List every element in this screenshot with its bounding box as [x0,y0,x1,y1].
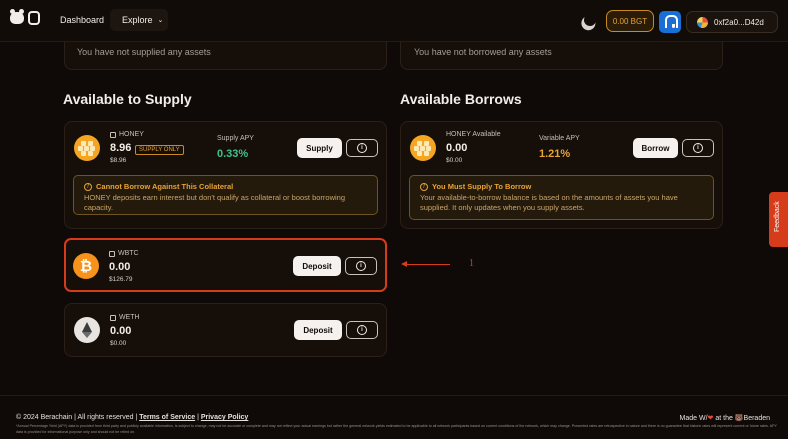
footer-separator: | [197,414,199,421]
borrow-button[interactable]: Borrow [633,138,678,158]
weth-usd: $0.00 [110,340,127,347]
terms-link[interactable]: Terms of Service [139,414,195,421]
info-icon: i [356,261,366,271]
supply-to-borrow-text: Your available-to-borrow balance is base… [420,193,678,212]
copyright-text: © 2024 Berachain | All rights reserved | [16,414,138,421]
supply-to-borrow-warning: ! You Must Supply To Borrow Your availabl… [409,175,714,220]
weth-info-button[interactable]: i [346,321,378,339]
berachain-logo[interactable] [10,9,40,25]
supply-apy-value: 0.33% [217,148,249,160]
borrowed-assets-card: You have not borrowed any assets [400,42,723,70]
apy-disclaimer: *Annual Percentage Yield (APY) data is p… [16,424,777,434]
footer: © 2024 Berachain | All rights reserved |… [0,395,788,439]
wbtc-symbol: WBTC [109,250,139,257]
alert-icon: ! [84,182,92,191]
wallet-small-icon [109,250,115,257]
made-with-text: Made W/❤ at the 🐻Beraden [679,415,770,422]
wallet-small-icon [110,131,116,138]
wbtc-info-button[interactable]: i [345,257,377,275]
wbtc-amount: 0.00 [109,261,131,273]
annotation-arrow-head [401,261,407,267]
honey-token-icon [74,135,100,161]
info-icon: i [357,325,367,335]
nav-dashboard[interactable]: Dashboard [60,15,104,25]
collateral-warning-text: HONEY deposits earn interest but don't q… [84,193,346,212]
borrow-info-button[interactable]: i [682,139,714,157]
bitcoin-icon: ₿ [73,253,99,279]
alert-icon: ! [420,182,428,191]
wbtc-usd: $126.79 [109,276,133,283]
honey-info-button[interactable]: i [346,139,378,157]
supply-button[interactable]: Supply [297,138,342,158]
supply-to-borrow-title: ! You Must Supply To Borrow [420,182,531,191]
wallet-button[interactable]: 0xf2a0...D42d [686,11,778,33]
variable-apy-label: Variable APY [539,135,580,142]
honey-borrow-card: HONEY Available 0.00 $0.00 Variable APY … [400,121,723,229]
weth-amount: 0.00 [110,325,132,337]
wallet-address: 0xf2a0...D42d [714,17,764,27]
info-icon: i [357,143,367,153]
feedback-label: Feedback [774,201,781,232]
wbtc-deposit-button[interactable]: Deposit [293,256,341,276]
available-to-supply-title: Available to Supply [63,91,192,107]
honey-borrow-amount: 0.00 [446,142,468,154]
honey-usd: $8.96 [110,157,127,164]
wallet-small-icon [110,314,116,321]
weth-supply-card: WETH 0.00 $0.00 Deposit i [64,303,387,357]
collateral-warning: ! Cannot Borrow Against This Collateral H… [73,175,378,215]
heart-icon: ❤ [707,415,714,422]
wbtc-supply-card: ₿ WBTC 0.00 $126.79 Deposit i [64,238,387,292]
wallet-avatar-icon [697,16,708,28]
supply-apy-label: Supply APY [217,135,254,142]
faucet-icon[interactable] [659,11,681,33]
weth-deposit-button[interactable]: Deposit [294,320,342,340]
available-borrows-title: Available Borrows [400,91,522,107]
nav-explore-label: Explore [122,15,153,25]
honey-borrow-usd: $0.00 [446,157,463,164]
honey-token-icon [410,135,436,161]
bear-icon [10,9,24,24]
ethereum-icon [74,317,100,343]
borrowed-empty-text: You have not borrowed any assets [414,47,552,57]
honey-available-label: HONEY Available [446,131,501,138]
honey-amount: 8.96 [110,142,132,154]
privacy-link[interactable]: Privacy Policy [201,414,248,421]
bgt-balance-button[interactable]: 0.00 BGT [606,10,654,32]
top-nav: Dashboard Explore ⌄ 0.00 BGT 0xf2a0...D4… [0,0,788,42]
footer-links: © 2024 Berachain | All rights reserved |… [16,414,248,421]
nav-explore-dropdown[interactable]: Explore ⌄ [110,9,168,31]
feedback-tab[interactable]: Feedback [769,192,788,247]
weth-symbol: WETH [110,314,140,321]
supply-only-badge: SUPPLY ONLY [135,145,184,155]
honey-supply-card: HONEY 8.96 SUPPLY ONLY $8.96 Supply APY … [64,121,387,229]
chain-icon [28,11,40,25]
variable-apy-value: 1.21% [539,148,571,160]
supplied-empty-text: You have not supplied any assets [77,47,211,57]
collateral-warning-title: ! Cannot Borrow Against This Collateral [84,182,233,191]
annotation-arrow [404,264,450,265]
chevron-down-icon: ⌄ [157,17,164,24]
theme-moon-icon[interactable] [582,12,598,28]
supplied-assets-card: You have not supplied any assets [64,42,387,70]
info-icon: i [693,143,703,153]
honey-symbol: HONEY [110,131,144,138]
annotation-number: 1 [469,258,474,269]
